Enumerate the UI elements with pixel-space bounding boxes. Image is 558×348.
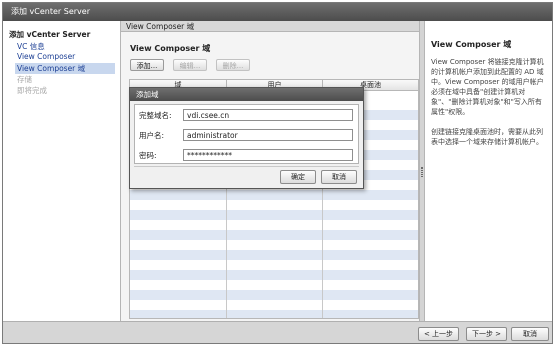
password-input[interactable] xyxy=(183,149,353,161)
dialog-divider xyxy=(134,166,359,167)
help-title: View Composer 域 xyxy=(431,40,512,49)
step-ready-to-complete: 即将完成 xyxy=(17,86,47,95)
dialog-title: 添加域 xyxy=(130,88,363,101)
back-button[interactable]: < 上一步 xyxy=(418,327,459,341)
username-input[interactable] xyxy=(183,129,353,141)
table-row[interactable] xyxy=(130,290,418,300)
step-view-composer-domains[interactable]: View Composer 域 xyxy=(15,63,115,74)
section-title: View Composer 域 xyxy=(130,44,211,53)
table-row[interactable] xyxy=(130,210,418,220)
table-row[interactable] xyxy=(130,250,418,260)
add-domain-button[interactable]: 添加... xyxy=(130,59,164,71)
help-text-secondary: 创建链接克隆桌面池时，需要从此列表中选择一个域来存储计算机帐户。 xyxy=(431,128,543,146)
domain-name-label: 完整域名: xyxy=(139,111,172,120)
table-row[interactable] xyxy=(130,190,418,200)
step-vc-info[interactable]: VC 信息 xyxy=(17,41,45,52)
wizard-footer: < 上一步 下一步 > 取消 xyxy=(3,321,552,343)
wizard-steps-panel: 添加 vCenter Server VC 信息 View Composer Vi… xyxy=(3,21,121,321)
cancel-button[interactable]: 取消 xyxy=(511,327,549,341)
add-domain-dialog: 添加域 完整域名: 用户名: 密码: 确定 取消 xyxy=(129,87,364,189)
next-button[interactable]: 下一步 > xyxy=(466,327,507,341)
table-row[interactable] xyxy=(130,230,418,240)
domain-name-input[interactable] xyxy=(183,109,353,121)
splitter-grip-icon xyxy=(421,167,423,177)
edit-domain-button[interactable]: 编辑... xyxy=(173,59,207,71)
delete-domain-button[interactable]: 删除... xyxy=(216,59,250,71)
table-row[interactable] xyxy=(130,310,418,318)
help-text: View Composer 将链接克隆计算机的计算机帐户添加到此配置的 AD 域… xyxy=(431,58,544,116)
username-label: 用户名: xyxy=(139,131,165,140)
step-storage: 存储 xyxy=(17,75,32,84)
table-row[interactable] xyxy=(130,270,418,280)
help-panel: View Composer 域 View Composer 将链接克隆计算机的计… xyxy=(425,21,552,321)
window-title: 添加 vCenter Server xyxy=(3,3,552,21)
main-header: View Composer 域 xyxy=(121,21,419,32)
dialog-ok-button[interactable]: 确定 xyxy=(280,170,316,184)
dialog-cancel-button[interactable]: 取消 xyxy=(321,170,357,184)
wizard-steps-header: 添加 vCenter Server xyxy=(9,30,91,39)
dialog-form: 完整域名: 用户名: 密码: xyxy=(134,104,359,164)
password-label: 密码: xyxy=(139,151,157,160)
step-view-composer[interactable]: View Composer xyxy=(17,52,75,61)
